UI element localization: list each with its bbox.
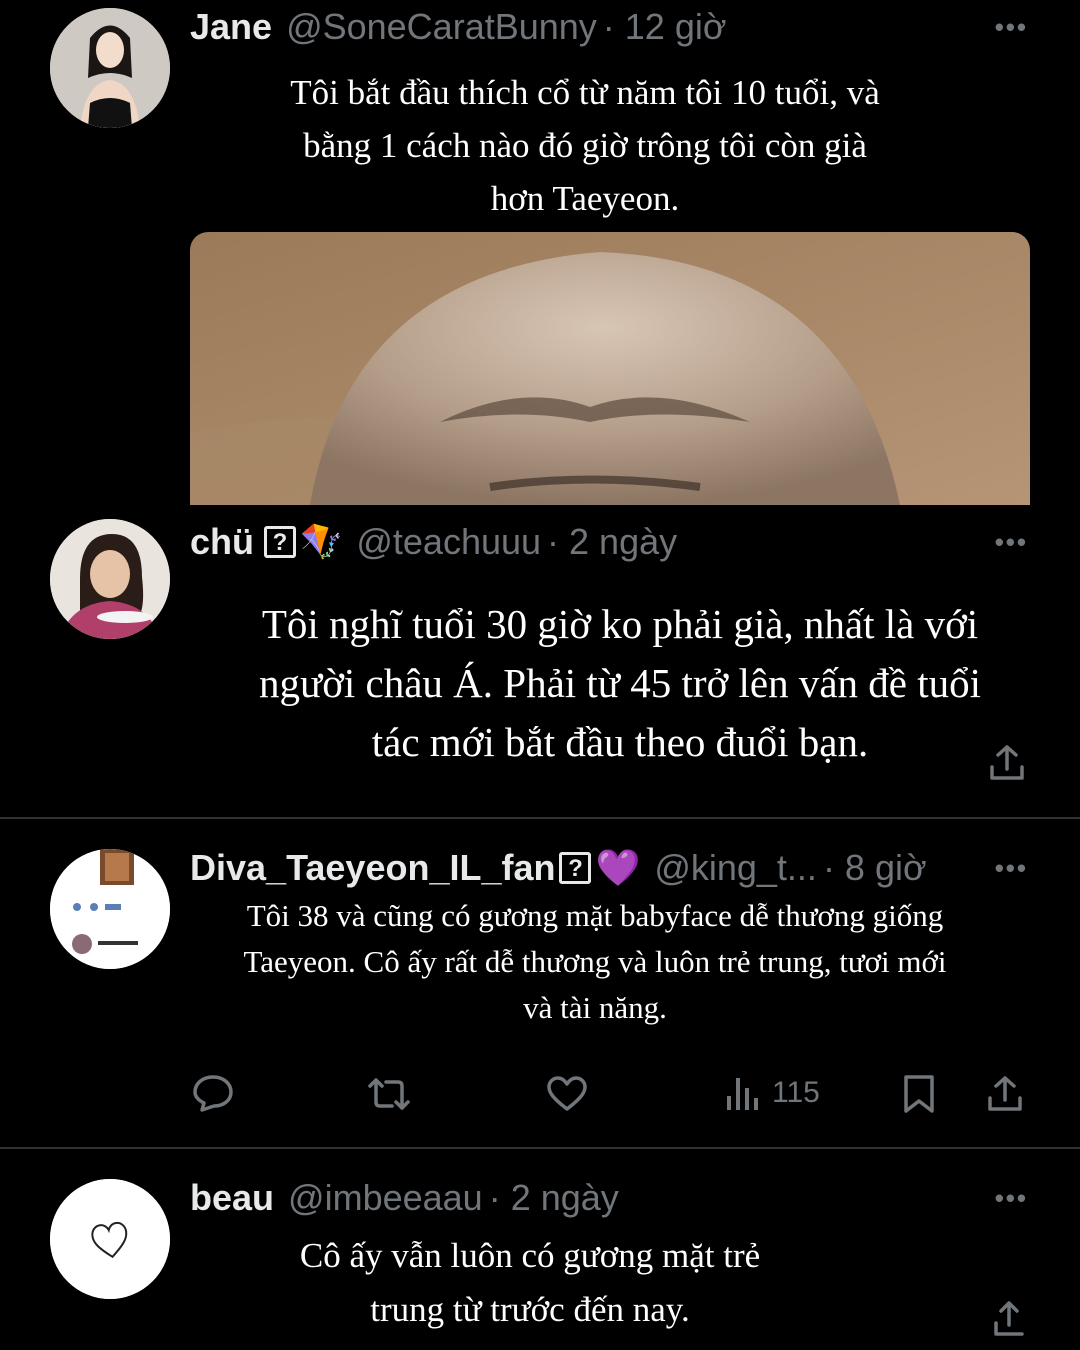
display-name[interactable]: Diva_Taeyeon_IL_fan <box>190 847 555 889</box>
timestamp[interactable]: · 2 ngày <box>547 521 677 563</box>
tweet-media-image[interactable] <box>190 232 1030 505</box>
timestamp[interactable]: · 12 giờ <box>603 6 727 48</box>
tweet-diva[interactable]: Diva_Taeyeon_IL_fan ? 💜 @king_t... · 8 g… <box>0 819 1080 1147</box>
retweet-button[interactable] <box>366 1076 412 1117</box>
timestamp[interactable]: · 2 ngày <box>489 1177 619 1219</box>
more-dots-icon[interactable]: ••• <box>995 12 1028 43</box>
share-icon[interactable] <box>988 743 1026 788</box>
like-button[interactable] <box>546 1076 588 1117</box>
avatar[interactable] <box>50 519 170 639</box>
user-handle[interactable]: @SoneCaratBunny <box>286 6 597 48</box>
tweet-beau[interactable]: beau @imbeeaau · 2 ngày ••• Cô ấy vẫn lu… <box>0 1149 1080 1350</box>
display-name[interactable]: Jane <box>190 6 272 48</box>
text-line: và tài năng. <box>523 990 667 1025</box>
tweet-text: Cô ấy vẫn luôn có gương mặt trẻ trung từ… <box>190 1229 870 1337</box>
purple-heart-emoji-icon: 💜 <box>595 847 641 888</box>
text-line: trung từ trước đến nay. <box>370 1290 690 1329</box>
user-handle[interactable]: @teachuuu <box>356 521 541 563</box>
text-line: Tôi bắt đầu thích cổ từ năm tôi 10 tuổi,… <box>290 73 880 112</box>
text-line: bằng 1 cách nào đó giờ trông tôi còn già <box>303 126 867 165</box>
reply-button[interactable] <box>192 1074 234 1117</box>
more-dots-icon[interactable]: ••• <box>995 1183 1028 1214</box>
text-line: hơn Taeyeon. <box>490 179 680 218</box>
text-line: người châu Á. Phải từ 45 trở lên vấn đề … <box>258 660 982 706</box>
avatar[interactable] <box>50 849 170 969</box>
kite-emoji-icon: 🪁 <box>300 523 343 561</box>
text-line: Taeyeon. Cô ấy rất dễ thương và luôn trẻ… <box>243 944 947 979</box>
text-line: Tôi nghĩ tuổi 30 giờ ko phải già, nhất l… <box>261 601 979 647</box>
share-icon[interactable] <box>992 1299 1026 1344</box>
more-dots-icon[interactable]: ••• <box>995 853 1028 884</box>
views-count: 115 <box>772 1076 820 1109</box>
views-button[interactable]: 115 <box>724 1074 820 1112</box>
text-line: tác mới bắt đầu theo đuổi bạn. <box>371 719 869 765</box>
avatar[interactable] <box>50 1179 170 1299</box>
views-chart-icon <box>727 1078 758 1110</box>
more-dots-icon[interactable]: ••• <box>995 527 1028 558</box>
display-name[interactable]: beau <box>190 1177 274 1219</box>
tweet-jane[interactable]: Jane @SoneCaratBunny · 12 giờ ••• Tôi bắ… <box>0 0 1080 505</box>
missing-glyph-icon: ? <box>559 852 592 884</box>
tweet-text: Tôi bắt đầu thích cổ từ năm tôi 10 tuổi,… <box>190 66 980 225</box>
user-handle[interactable]: @king_t... <box>654 847 817 889</box>
share-icon[interactable] <box>986 1074 1024 1119</box>
text-line: Tôi 38 và cũng có gương mặt babyface dễ … <box>246 898 944 933</box>
missing-glyph-icon: ? <box>264 526 297 558</box>
bookmark-button[interactable] <box>902 1074 936 1119</box>
text-line: Cô ấy vẫn luôn có gương mặt trẻ <box>299 1236 761 1275</box>
tweet-chu[interactable]: chü ? 🪁 @teachuuu · 2 ngày ••• Tôi nghĩ … <box>0 505 1080 817</box>
tweet-text: Tôi 38 và cũng có gương mặt babyface dễ … <box>190 893 1000 1031</box>
timestamp[interactable]: · 8 giờ <box>823 847 927 889</box>
user-handle[interactable]: @imbeeaau <box>288 1177 483 1219</box>
display-name[interactable]: chü <box>190 521 254 563</box>
avatar[interactable] <box>50 8 170 128</box>
tweet-text: Tôi nghĩ tuổi 30 giờ ko phải già, nhất l… <box>190 595 1050 772</box>
